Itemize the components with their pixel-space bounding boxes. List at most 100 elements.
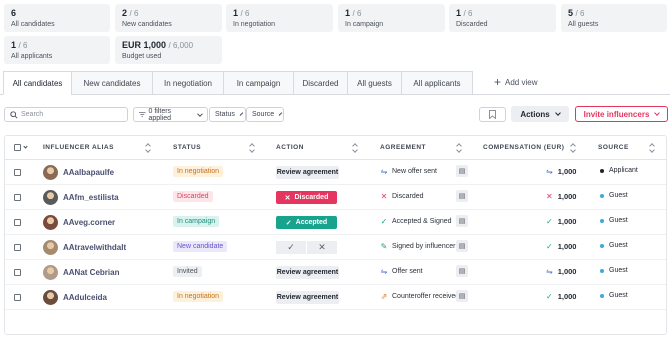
stat-card-discarded[interactable]: 1 / 6 Discarded [449,4,556,32]
column-header-action[interactable]: ACTION [276,144,304,151]
compensation-value: 1,000 [557,167,577,176]
clipboard-icon[interactable]: ▤ [456,215,468,227]
action-label: Review agreement [276,269,339,276]
sort-icon[interactable] [146,143,151,152]
status-filter-dropdown[interactable]: Status [209,107,246,122]
clipboard-icon[interactable]: ▤ [456,165,468,177]
avatar [43,165,58,180]
stat-card-new-candidates[interactable]: 2 / 6 New candidates [115,4,222,32]
stat-card-in-campaign[interactable]: 1 / 6 In campaign [338,4,445,32]
source-label: Guest [609,217,628,224]
influencer-cell: AANat Cebrian [43,265,119,280]
stat-label: Budget used [122,53,162,60]
stat-count: 5 [568,8,574,18]
row-checkbox[interactable] [14,169,21,176]
tab-new-candidates[interactable]: New candidates [71,71,153,95]
action-button[interactable]: ✓ Accepted [276,216,337,229]
tab-all-applicants[interactable]: All applicants [401,71,473,95]
invite-influencers-button[interactable]: Invite influencers [575,106,668,122]
chevron-down-icon [554,110,561,116]
search-placeholder: Search [21,111,44,118]
source-filter-dropdown[interactable]: Source [246,107,284,122]
search-icon [10,110,18,119]
influencer-alias[interactable]: AAfm_estilista [63,193,119,202]
action-label: Review agreement [276,169,339,176]
stat-denominator: / 6 [18,41,28,50]
chevron-down-icon [197,110,203,117]
stat-card-all-candidates[interactable]: 6 All candidates [4,4,110,32]
row-checkbox[interactable] [14,244,21,251]
row-checkbox[interactable] [14,219,21,226]
influencer-alias[interactable]: AAtravelwithdalt [63,243,126,252]
table-row[interactable]: AAalbapaulfe In negotiation Review agree… [5,160,666,185]
sort-icon[interactable] [457,143,462,152]
table-row[interactable]: AANat Cebrian Invited Review agreement ⇋… [5,260,666,285]
agreement-status: Offer sent [392,268,423,275]
action-button[interactable]: Review agreement [276,166,339,179]
influencer-alias[interactable]: AAalbapaulfe [63,168,114,177]
table-row[interactable]: AAfm_estilista Discarded ✕ Discarded ✕ Di… [5,185,666,210]
influencer-cell: AAveg.corner [43,215,115,230]
row-checkbox[interactable] [14,269,21,276]
table-row[interactable]: AAtravelwithdalt New candidate ✓ ✕ ✎ Sign… [5,235,666,260]
influencer-cell: AAfm_estilista [43,190,119,205]
action-label: Discarded [294,194,329,201]
tab-all-candidates[interactable]: All candidates [3,71,72,95]
stat-denominator: / 6 [463,9,473,18]
table-row[interactable]: AAveg.corner In campaign ✓ Accepted ✓ Acc… [5,210,666,235]
influencer-alias[interactable]: AAveg.corner [63,218,115,227]
clipboard-icon[interactable]: ▤ [456,265,468,277]
counteroffer-icon: ⇗ [380,292,388,301]
offer-sent-icon: ⇋ [546,267,553,276]
status-badge: Invited [173,266,202,277]
stat-card-all-applicants[interactable]: 1 / 6 All applicants [4,36,110,64]
check-icon: ✓ [546,217,553,226]
sort-icon[interactable] [353,143,358,152]
column-header-status[interactable]: STATUS [173,144,201,151]
source-cell: Guest [600,242,628,249]
agreement-cell: ✓ Accepted & Signed [380,217,452,226]
save-view-button[interactable] [479,107,506,122]
column-header-agreement[interactable]: AGREEMENT [380,144,426,151]
reject-x-icon[interactable]: ✕ [307,241,337,254]
influencer-alias[interactable]: AANat Cebrian [63,268,119,277]
clipboard-icon[interactable]: ▤ [456,190,468,202]
action-button[interactable]: ✕ Discarded [276,191,337,204]
stat-count: 6 [11,8,17,18]
actions-dropdown[interactable]: Actions [511,106,569,122]
action-label: Accepted [295,219,328,226]
clipboard-icon[interactable]: ▤ [456,240,468,252]
agreement-cell: ⇋ New offer sent [380,167,437,176]
search-input[interactable]: Search [4,107,128,122]
action-button[interactable]: Review agreement [276,291,339,304]
add-view-button[interactable]: + Add view [494,76,537,88]
tab-in-negotiation[interactable]: In negotiation [152,71,224,95]
clipboard-icon[interactable]: ▤ [456,290,468,302]
stat-label: All guests [568,21,599,28]
row-checkbox[interactable] [14,194,21,201]
compensation-cell: ✓ 1,000 [546,217,576,226]
accept-check-icon[interactable]: ✓ [276,241,306,254]
tab-all-guests[interactable]: All guests [347,71,402,95]
column-header-source[interactable]: SOURCE [598,144,629,151]
row-checkbox[interactable] [14,294,21,301]
tab-discarded[interactable]: Discarded [293,71,348,95]
agreement-status: Accepted & Signed [392,218,452,225]
stat-card-in-negotiation[interactable]: 1 / 6 In negotiation [226,4,333,32]
compensation-value: 1,000 [557,217,577,226]
influencer-alias[interactable]: AAdulceida [63,293,107,302]
sort-icon[interactable] [650,143,655,152]
select-all-checkbox[interactable] [14,144,28,151]
tab-in-campaign[interactable]: In campaign [223,71,294,95]
column-header-alias[interactable]: INFLUENCER ALIAS [43,144,114,151]
stat-denominator: / 6 [240,9,250,18]
action-button[interactable]: Review agreement [276,266,339,279]
table-row[interactable]: AAdulceida In negotiation Review agreeme… [5,285,666,310]
stat-card-all-guests[interactable]: 5 / 6 All guests [561,4,667,32]
stat-label: In negotiation [233,21,276,28]
column-header-compensation[interactable]: COMPENSATION (EUR) [483,144,564,151]
status-badge: New candidate [173,241,228,252]
filters-button[interactable]: 0 filters applied [133,107,208,122]
sort-icon[interactable] [571,143,576,152]
sort-icon[interactable] [250,143,255,152]
